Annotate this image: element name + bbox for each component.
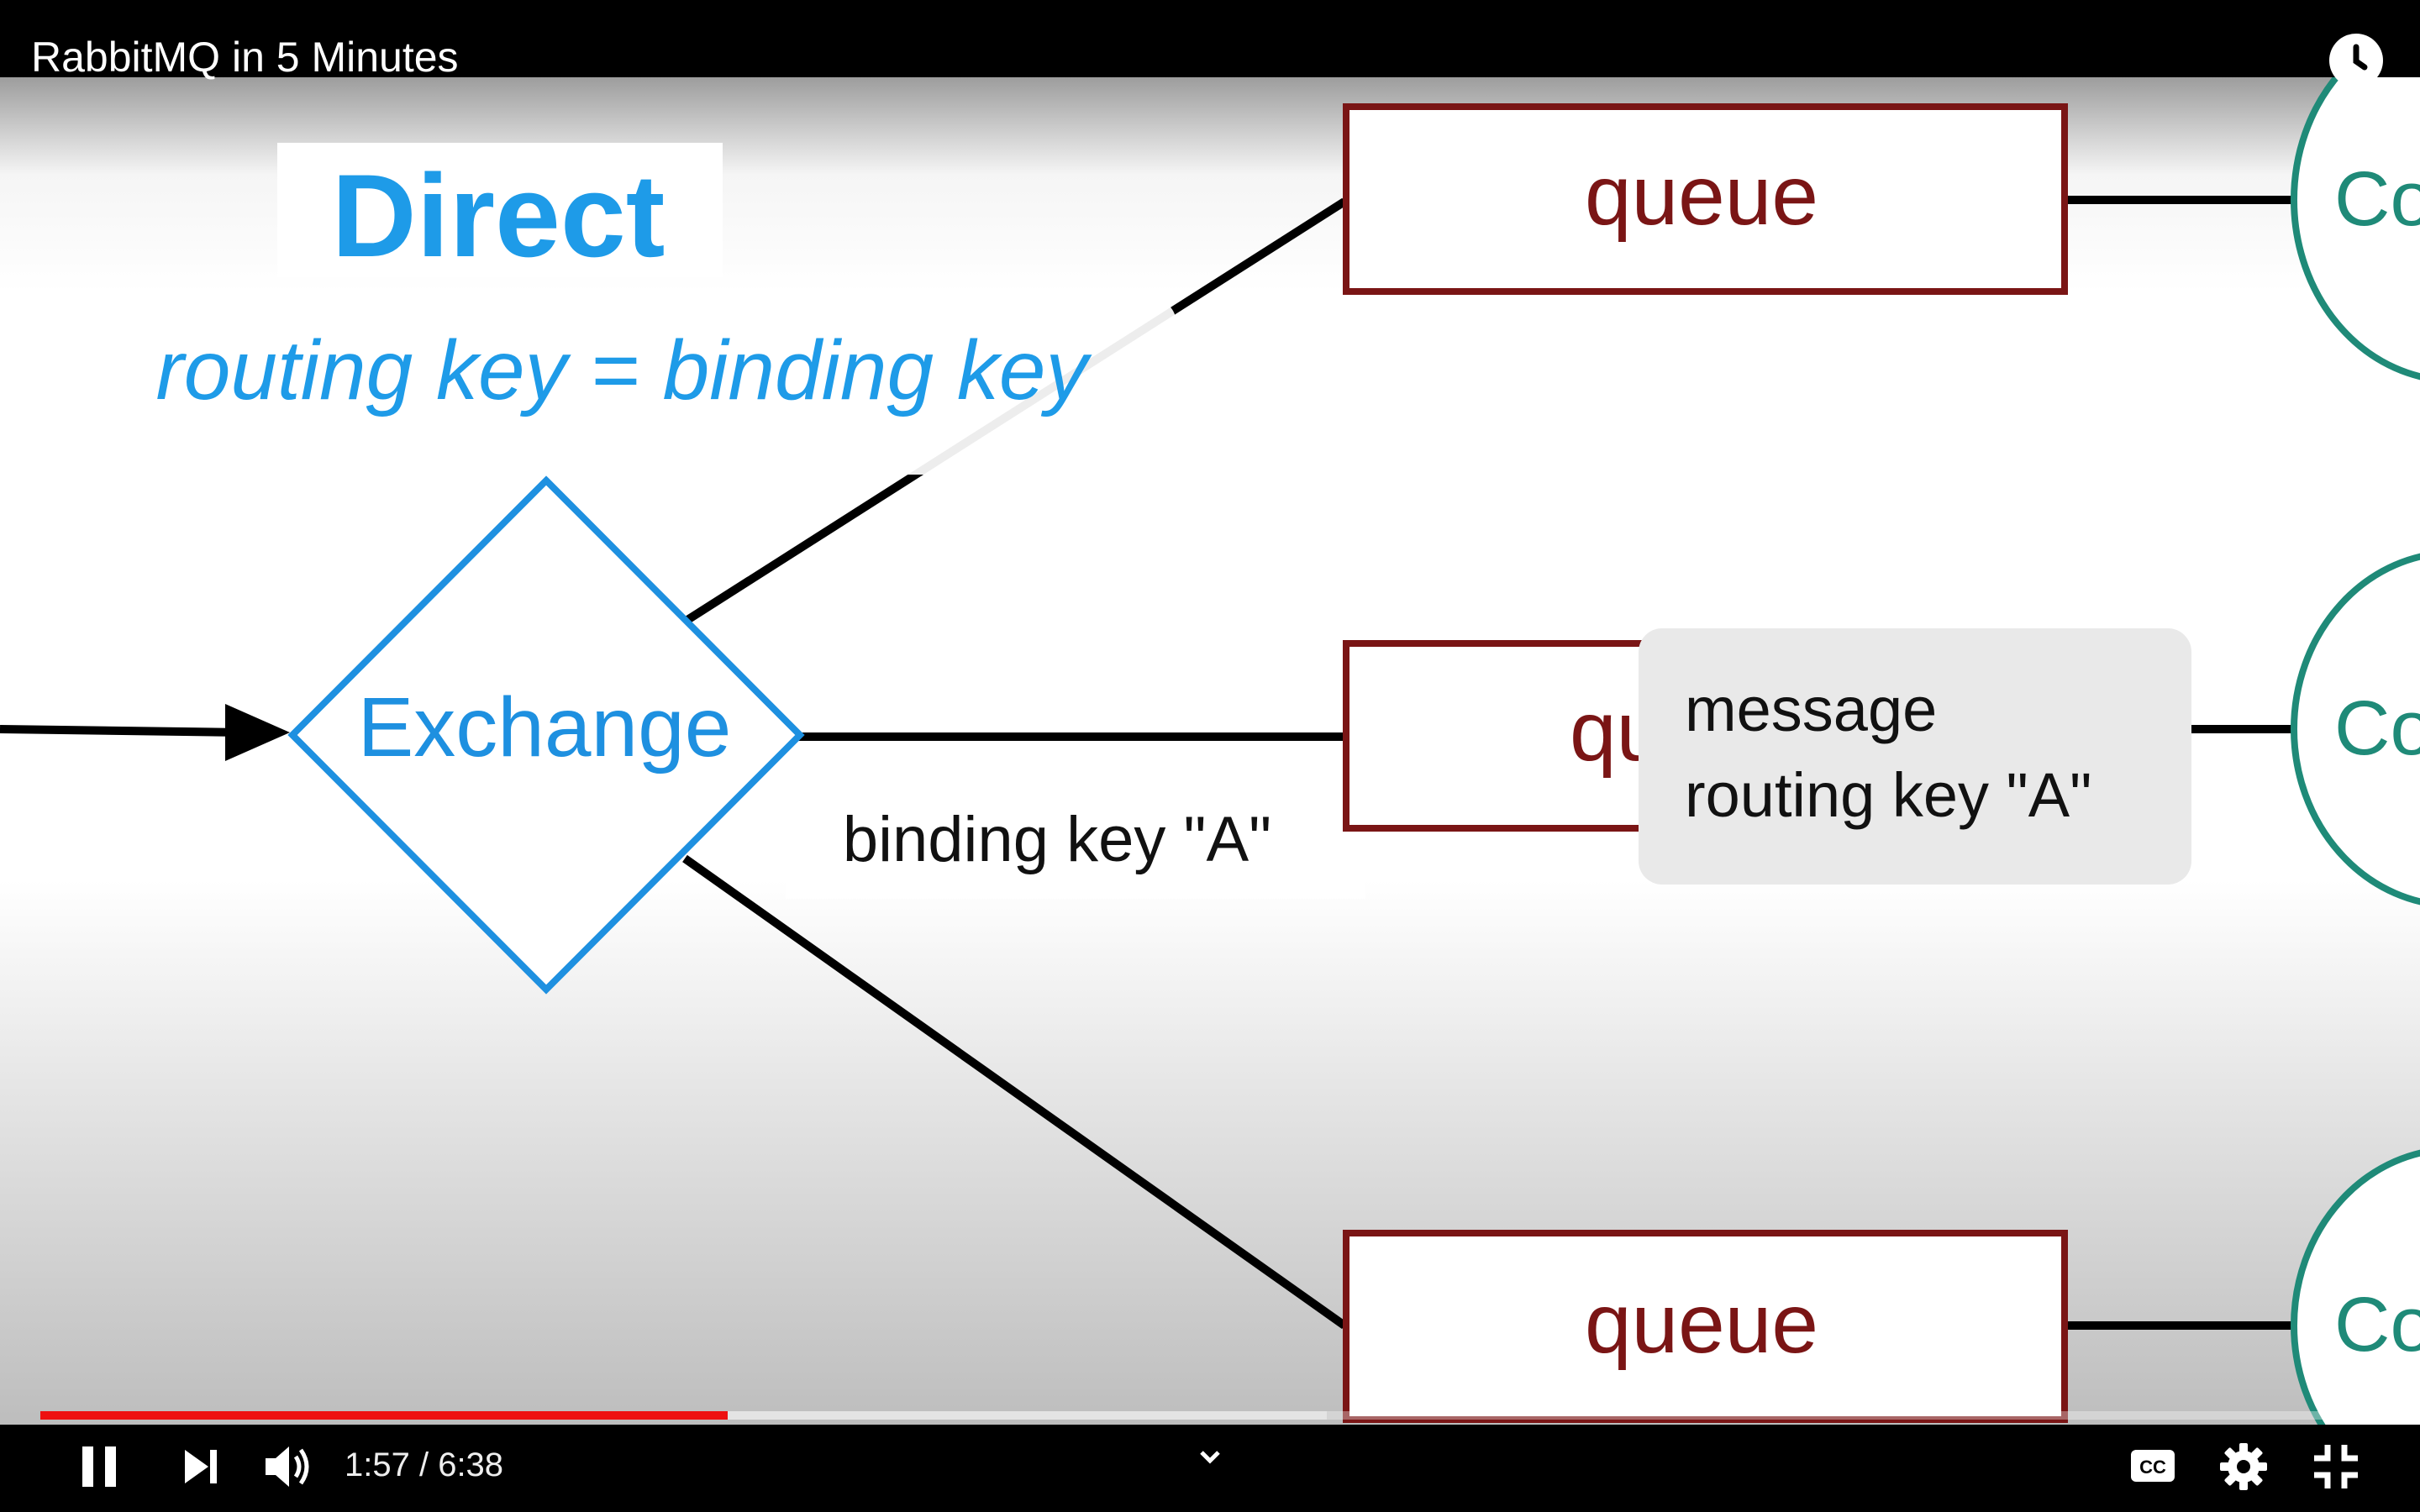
- pause-button[interactable]: [77, 1443, 124, 1490]
- watch-later-icon: [2353, 44, 2368, 71]
- settings-button[interactable]: [2218, 1441, 2269, 1492]
- progress-bar[interactable]: [40, 1411, 2380, 1420]
- captions-button[interactable]: CC: [2129, 1446, 2176, 1485]
- svg-text:CC: CC: [2139, 1457, 2166, 1478]
- message-line1: message: [1685, 675, 1937, 744]
- message-line2: routing key "A": [1685, 760, 2091, 830]
- gear-icon: [2220, 1443, 2267, 1490]
- next-icon: [185, 1450, 217, 1483]
- video-title[interactable]: RabbitMQ in 5 Minutes: [31, 32, 459, 82]
- exit-fullscreen-button[interactable]: [2311, 1441, 2361, 1492]
- slide-subheading: routing key = binding key: [155, 323, 1092, 417]
- captions-icon: CC: [2131, 1450, 2175, 1482]
- queue-bottom-label: queue: [1585, 1277, 1818, 1371]
- queue-top-label: queue: [1585, 149, 1818, 243]
- next-button[interactable]: [182, 1446, 222, 1487]
- exchange-label: Exchange: [358, 680, 732, 774]
- volume-button[interactable]: [264, 1441, 316, 1492]
- chapters-toggle[interactable]: [1197, 1446, 1223, 1467]
- consumer-top-label: Co: [2334, 156, 2420, 242]
- progress-played: [40, 1411, 729, 1420]
- consumer-bottom-label: Co: [2334, 1282, 2420, 1368]
- volume-icon: [266, 1446, 309, 1487]
- arrow-head-icon: [225, 704, 290, 761]
- exit-fullscreen-icon: [2314, 1445, 2358, 1488]
- line-exchange-to-queue-bottom: [682, 854, 1347, 1330]
- slide-heading: Direct: [332, 150, 666, 281]
- line-producer-to-exchange: [0, 725, 245, 737]
- message-bubble: [1639, 628, 2191, 885]
- watch-later-button[interactable]: [2329, 34, 2383, 87]
- binding-key-label: binding key "A": [843, 804, 1271, 875]
- time-display: 1:57 / 6:38: [345, 1446, 504, 1483]
- chevron-down-icon: [1200, 1451, 1220, 1464]
- video-player[interactable]: Exchange queue qu queue Co Co Co message…: [0, 0, 2420, 1512]
- slide-diagram: Exchange queue qu queue Co Co Co message…: [0, 19, 2420, 1502]
- pause-icon: [82, 1446, 116, 1487]
- consumer-middle-label: Co: [2334, 685, 2420, 771]
